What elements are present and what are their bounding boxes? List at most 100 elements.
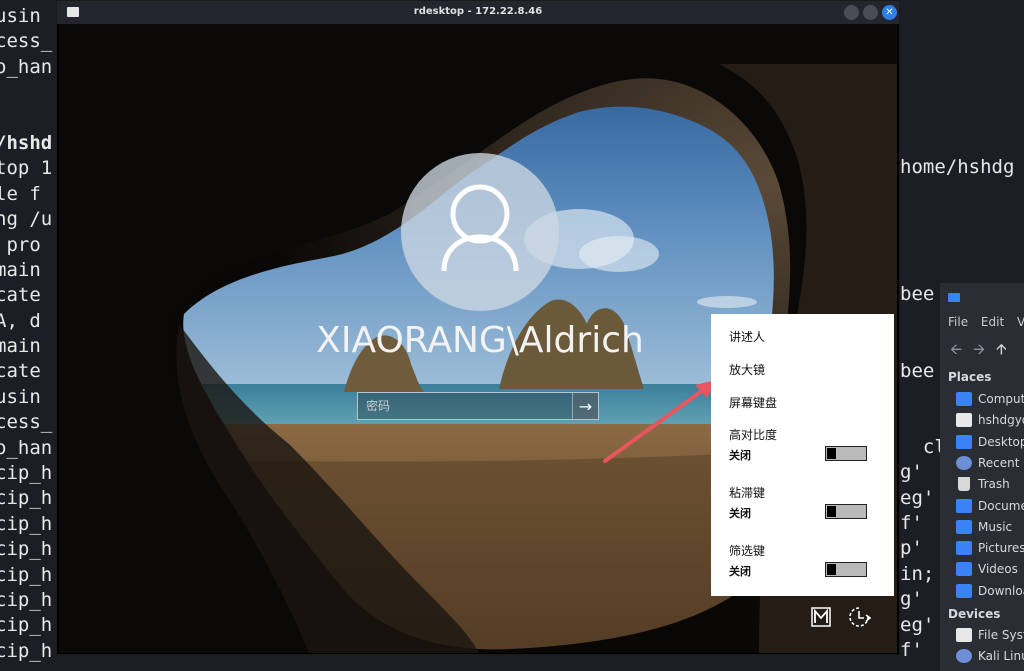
minimize-button[interactable]	[844, 5, 859, 20]
terminal-line: le f	[0, 182, 41, 205]
sticky-keys-label: 粘滞键	[729, 486, 766, 500]
downloads-folder-icon	[956, 583, 972, 598]
terminal-line: cip_h	[0, 538, 53, 561]
terminal-line-fragment: g'	[900, 461, 923, 484]
high-contrast-label: 高对比度	[729, 428, 778, 442]
terminal-line: A, d	[0, 309, 41, 332]
sidebar-item-label: Music	[978, 519, 1013, 534]
forward-arrow-icon[interactable]: 🡪	[973, 340, 985, 358]
folder-icon	[948, 293, 960, 302]
user-icon	[441, 184, 519, 272]
file-manager-window: File Edit V 🡨 🡪 🡩 Places Compute hshdgyq D…	[940, 283, 1024, 671]
sidebar-item-label: Videos	[978, 562, 1018, 577]
menu-file[interactable]: File	[948, 315, 968, 329]
terminal-line: cip_h	[0, 512, 53, 535]
terminal-line: usin	[0, 385, 41, 408]
terminal-line: cip_h	[0, 487, 53, 510]
filter-keys-toggle[interactable]	[825, 562, 867, 577]
narrator-option[interactable]: 讲述人	[729, 328, 765, 345]
sidebar-item-label: Pictures	[978, 541, 1024, 556]
terminal-line: o_han	[0, 436, 53, 459]
sidebar-item-label: Recent	[978, 455, 1020, 470]
sidebar-item-desktop[interactable]: Desktop	[956, 433, 1024, 451]
terminal-line: cip_h	[0, 588, 53, 611]
terminal-line: main	[0, 335, 41, 358]
up-arrow-icon[interactable]: 🡩	[996, 340, 1007, 358]
sidebar-item-label: Downloa	[978, 583, 1024, 598]
disc-icon	[956, 649, 972, 664]
sidebar-item-trash[interactable]: Trash	[956, 475, 1010, 493]
user-avatar	[401, 153, 559, 311]
menu-view[interactable]: V	[1017, 315, 1024, 329]
password-input[interactable]	[358, 393, 572, 419]
terminal-line: cess_	[0, 411, 53, 434]
window-titlebar[interactable]: rdesktop - 172.22.8.46 ✕	[57, 1, 899, 24]
sidebar-item-label: Docume	[978, 498, 1024, 513]
terminal-line-fragment: f'	[900, 512, 923, 534]
sidebar-item-pictures[interactable]: Pictures	[956, 539, 1024, 557]
terminal-line: pro	[6, 233, 41, 256]
ease-of-access-button[interactable]	[847, 605, 873, 633]
maximize-button[interactable]	[863, 5, 878, 20]
terminal-line-fragment: bee	[900, 359, 935, 382]
submit-arrow-button[interactable]: →	[572, 393, 598, 419]
terminal-line-fragment: eg'	[900, 486, 935, 509]
videos-folder-icon	[956, 562, 972, 577]
window-title: rdesktop - 172.22.8.46	[413, 6, 543, 17]
terminal-left-text: usin cess_ o_han/hshd top 1 le f ng /u pro mai…	[0, 4, 52, 664]
login-username: XIAORANG\Aldrich	[316, 320, 644, 361]
remote-screen[interactable]: XIAORANG\Aldrich → 讲述人 放大镜 屏幕键盘 高对比度 关闭 …	[59, 24, 897, 653]
sidebar-item-compute[interactable]: Compute	[956, 390, 1024, 408]
terminal-line: cip_h	[0, 563, 53, 586]
sidebar-item-label: Trash	[978, 477, 1010, 492]
back-arrow-icon[interactable]: 🡨	[950, 340, 962, 358]
terminal-line: /hshd	[0, 131, 53, 154]
sidebar-item-file-syst[interactable]: File Syst	[956, 626, 1024, 644]
sidebar-item-recent[interactable]: Recent	[956, 454, 1019, 472]
home-folder-icon	[956, 413, 972, 428]
terminal-line: cip_h	[0, 639, 53, 662]
sidebar-item-kali-linu[interactable]: Kali Linu	[956, 647, 1024, 665]
input-method-button[interactable]	[811, 607, 831, 631]
sidebar-item-music[interactable]: Music	[956, 518, 1012, 536]
sidebar-item-label: Kali Linu	[978, 649, 1024, 664]
menu-edit[interactable]: Edit	[981, 315, 1004, 329]
sidebar-item-label: hshdgyq	[978, 413, 1024, 428]
close-button[interactable]: ✕	[882, 5, 897, 20]
sidebar-item-videos[interactable]: Videos	[956, 560, 1018, 578]
filter-keys-state: 关闭	[729, 565, 751, 578]
terminal-line: cate	[0, 284, 41, 307]
input-method-icon	[811, 607, 831, 627]
terminal-line-fragment: g'	[900, 588, 923, 611]
pictures-folder-icon	[956, 541, 972, 556]
terminal-line-fragment: f'	[900, 639, 923, 661]
sidebar-item-docume[interactable]: Docume	[956, 497, 1024, 515]
terminal-line-fragment: home/hshdg	[900, 156, 1015, 179]
sticky-keys-toggle[interactable]	[825, 504, 867, 519]
arrow-right-icon: →	[578, 396, 593, 416]
devices-heading: Devices	[948, 607, 1001, 621]
high-contrast-state: 关闭	[729, 449, 751, 462]
sidebar-item-label: Compute	[978, 392, 1024, 406]
sidebar-item-downloa[interactable]: Downloa	[956, 582, 1024, 600]
filter-keys-label: 筛选键	[729, 544, 766, 558]
high-contrast-toggle[interactable]	[825, 446, 867, 461]
filesystem-icon	[956, 628, 972, 642]
terminal-line: cip_h	[0, 462, 53, 485]
onscreen-keyboard-option[interactable]: 屏幕键盘	[729, 394, 777, 411]
file-manager-menubar: File Edit V	[948, 315, 1024, 329]
terminal-line: cip_h	[0, 614, 53, 637]
recent-icon	[956, 455, 972, 470]
terminal-line: top 1	[0, 157, 53, 180]
rdesktop-window: rdesktop - 172.22.8.46 ✕ XIAORANG\Aldric…	[56, 0, 900, 655]
places-heading: Places	[948, 370, 992, 384]
magnifier-option[interactable]: 放大镜	[729, 361, 765, 378]
terminal-line: usin	[0, 5, 41, 27]
terminal-line: ng /u	[0, 208, 53, 231]
computer-icon	[956, 392, 972, 406]
desktop-icon	[956, 434, 972, 449]
music-folder-icon	[956, 519, 972, 534]
sidebar-item-hshdgyq[interactable]: hshdgyq	[956, 411, 1024, 429]
